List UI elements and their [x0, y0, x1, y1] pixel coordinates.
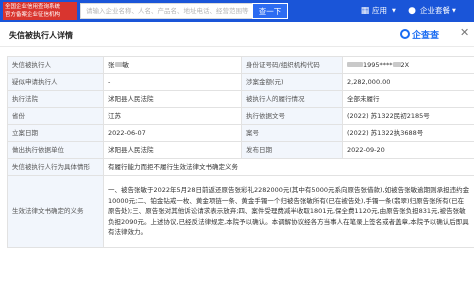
table-row: 生效法律文书确定的义务 一、被告张敏于2022年5月28日前返还原告张彩礼228…: [7, 175, 474, 248]
chevron-down-icon[interactable]: ▼: [452, 6, 456, 16]
table-row: 做出执行依据单位 沭阳县人民法院 发布日期 2022-09-20: [7, 141, 474, 159]
top-header: 全国企业信用查询系统 官方备案企业征信机构 请输入企业名称、人名、产品名、地址电…: [0, 0, 474, 22]
masked-text: [114, 62, 123, 67]
divider: [0, 46, 474, 47]
field-label: 失信被执行人行为具体情形: [7, 158, 104, 176]
brand-banner[interactable]: 全国企业信用查询系统 官方备案企业征信机构: [3, 2, 77, 20]
table-row: 失信被执行人行为具体情形 有履行能力而拒不履行生效法律文书确定义务: [7, 158, 474, 176]
modal-title: 失信被执行人详情: [9, 31, 73, 40]
field-label: 发布日期: [241, 141, 343, 159]
brand-line-1: 全国企业信用查询系统: [5, 4, 61, 10]
field-value: 沭阳县人民法院: [103, 90, 242, 108]
field-value: 2,282,000.00: [342, 73, 474, 91]
field-label: 疑似申请执行人: [7, 73, 104, 91]
name-suffix: 敏: [122, 60, 130, 69]
search-input[interactable]: 请输入企业名称、人名、产品名、地址电话、经营范围等: [80, 3, 252, 19]
masked-text: [347, 62, 363, 67]
field-label: 被执行人的履行情况: [241, 90, 343, 108]
enterprise-plan-link[interactable]: 企业套餐: [420, 6, 450, 16]
table-row: 失信被执行人 张敏 身份证号码/组织机构代码 1995**** 2X: [7, 56, 474, 74]
logo-text: 企查查: [412, 30, 440, 41]
field-value: (2022) 苏1322民初2185号: [342, 107, 474, 125]
id-number: 1995****: [363, 60, 393, 69]
table-row: 立案日期 2022-06-07 案号 (2022) 苏1322执3688号: [7, 124, 474, 142]
app-menu[interactable]: 应用: [372, 6, 387, 16]
masked-text: [392, 62, 401, 67]
obligation-text: 一、被告张敏于2022年5月28日前返还原告张彩礼2282000元(其中有500…: [103, 175, 474, 248]
user-icon[interactable]: ●: [407, 6, 417, 16]
field-label: 生效法律文书确定的义务: [7, 175, 104, 248]
id-suffix: 2X: [400, 60, 410, 69]
qichacha-logo: 企查查: [400, 28, 440, 41]
field-label: 省份: [7, 107, 104, 125]
detail-table: 失信被执行人 张敏 身份证号码/组织机构代码 1995**** 2X 疑似申请执行…: [7, 56, 474, 248]
field-value: 2022-09-20: [342, 141, 474, 159]
field-label: 执行依据文号: [241, 107, 343, 125]
field-value: 江苏: [103, 107, 242, 125]
field-label: 立案日期: [7, 124, 104, 142]
field-value: 2022-06-07: [103, 124, 242, 142]
chevron-down-icon[interactable]: ▼: [392, 6, 396, 16]
name-prefix: 张: [108, 60, 115, 69]
field-label: 失信被执行人: [7, 56, 104, 74]
field-label: 做出执行依据单位: [7, 141, 104, 159]
field-label: 身份证号码/组织机构代码: [241, 56, 343, 74]
grid-icon[interactable]: ▦: [360, 6, 370, 16]
field-label: 涉案金额(元): [241, 73, 343, 91]
field-value: 有履行能力而拒不履行生效法律文书确定义务: [103, 158, 474, 176]
logo-circle-icon: [400, 29, 410, 39]
field-label: 执行法院: [7, 90, 104, 108]
search-button[interactable]: 查一下: [252, 3, 288, 19]
brand-line-2: 官方备案企业征信机构: [5, 12, 61, 18]
close-icon[interactable]: ✕: [460, 27, 469, 39]
table-row: 疑似申请执行人 - 涉案金额(元) 2,282,000.00: [7, 73, 474, 91]
case-number-link[interactable]: (2022) 苏1322执3688号: [342, 124, 474, 142]
field-value: 张敏: [103, 56, 242, 74]
table-row: 执行法院 沭阳县人民法院 被执行人的履行情况 全部未履行: [7, 90, 474, 108]
field-value: 1995**** 2X: [342, 56, 474, 74]
field-label: 案号: [241, 124, 343, 142]
field-value: 沭阳县人民法院: [103, 141, 242, 159]
table-row: 省份 江苏 执行依据文号 (2022) 苏1322民初2185号: [7, 107, 474, 125]
field-value: 全部未履行: [342, 90, 474, 108]
field-value: -: [103, 73, 242, 91]
